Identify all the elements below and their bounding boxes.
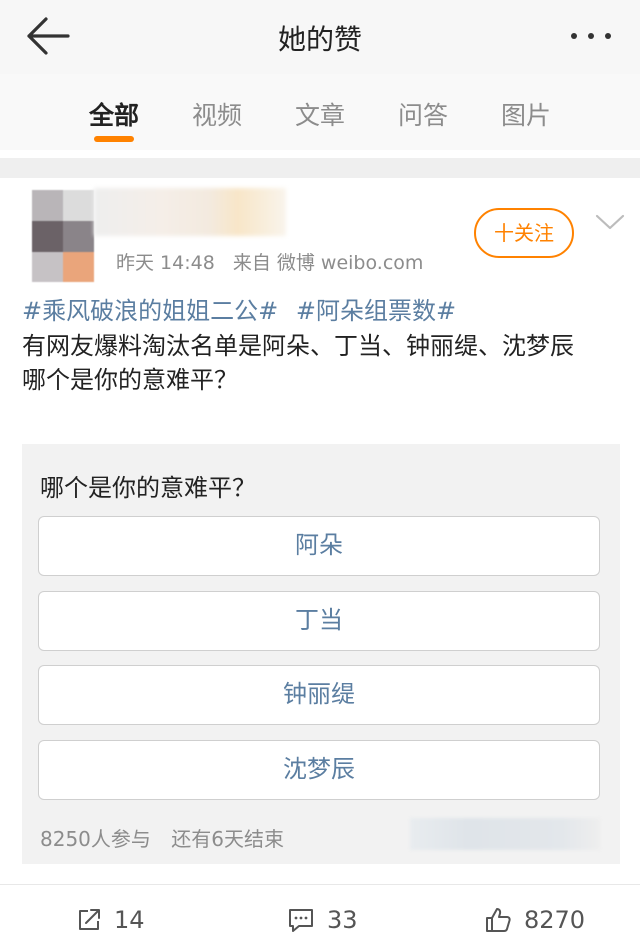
repost-button[interactable]: 14 xyxy=(76,902,145,938)
comment-count: 33 xyxy=(327,906,358,934)
thumbs-up-icon xyxy=(486,908,511,932)
hashtag-link[interactable]: #乘风破浪的姐姐二公# xyxy=(22,297,278,325)
comment-button[interactable]: 33 xyxy=(287,902,358,938)
blurred-username[interactable] xyxy=(94,188,286,236)
post-text: 有网友爆料淘汰名单是阿朵、丁当、钟丽缇、沈梦辰 哪个是你的意难平？ xyxy=(22,332,574,394)
poll-card: 哪个是你的意难平？ 阿朵 丁当 钟丽缇 沈梦辰 8250人参与 还有6天结束 xyxy=(22,444,620,864)
poll-participants: 8250人参与 xyxy=(40,827,151,851)
poll-option[interactable]: 沈梦辰 xyxy=(38,740,600,800)
hashtag-link[interactable]: #阿朵组票数# xyxy=(296,297,456,325)
post-meta: 昨天 14:48 来自 微博 weibo.com xyxy=(116,248,435,275)
top-nav-bar: 她的赞 xyxy=(0,0,640,74)
like-button[interactable]: 8270 xyxy=(484,902,585,938)
tab-qa[interactable]: 问答 xyxy=(383,96,463,132)
chevron-down-icon[interactable] xyxy=(594,212,626,232)
repost-count: 14 xyxy=(114,906,145,934)
tab-video[interactable]: 视频 xyxy=(177,96,257,132)
more-dots-icon[interactable] xyxy=(566,24,616,48)
poll-question: 哪个是你的意难平？ xyxy=(40,474,256,502)
post-source: 来自 微博 weibo.com xyxy=(232,252,424,274)
like-count: 8270 xyxy=(524,906,586,934)
poll-option[interactable]: 丁当 xyxy=(38,591,600,651)
repost-icon xyxy=(79,909,100,930)
tab-images[interactable]: 图片 xyxy=(486,96,566,132)
poll-footer: 8250人参与 还有6天结束 xyxy=(40,823,298,852)
poll-option[interactable]: 阿朵 xyxy=(38,516,600,576)
follow-button[interactable]: 十关注 xyxy=(474,208,574,258)
section-divider xyxy=(0,158,640,178)
post-time: 昨天 14:48 xyxy=(116,252,215,274)
active-tab-indicator xyxy=(94,136,134,142)
tab-all[interactable]: 全部 xyxy=(74,96,154,132)
page-title: 她的赞 xyxy=(277,23,362,56)
hashtags: #乘风破浪的姐姐二公# #阿朵组票数# xyxy=(22,291,466,326)
action-bar-divider xyxy=(0,884,640,885)
avatar[interactable] xyxy=(32,190,94,282)
blurred-poll-info xyxy=(410,818,600,850)
poll-option[interactable]: 钟丽缇 xyxy=(38,665,600,725)
comment-icon xyxy=(289,909,313,932)
tab-articles[interactable]: 文章 xyxy=(280,96,360,132)
poll-remaining: 还有6天结束 xyxy=(171,827,284,851)
